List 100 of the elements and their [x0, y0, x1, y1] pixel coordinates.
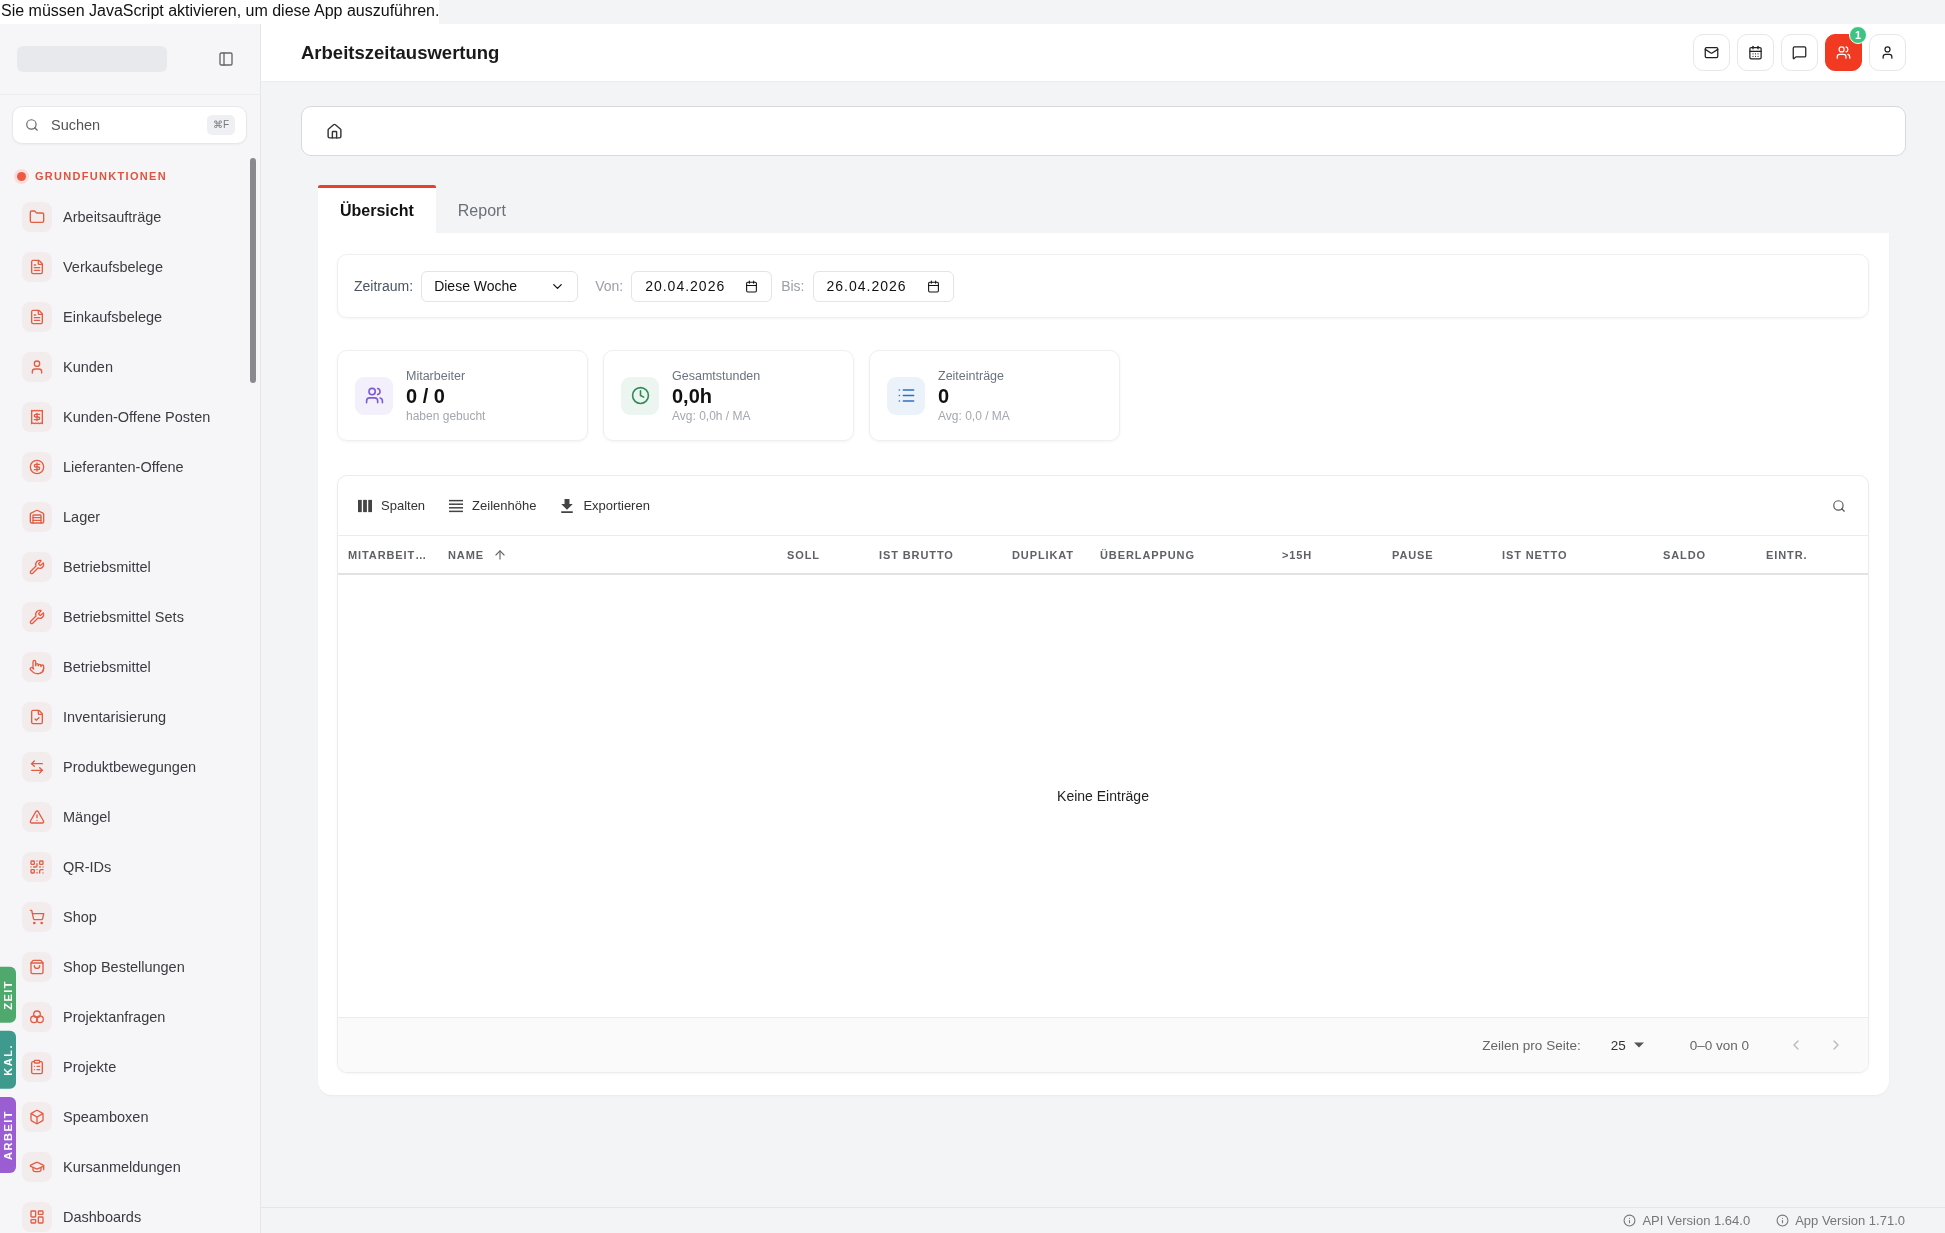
dot-icon — [17, 171, 26, 181]
version-text: API Version 1.64.0 — [1642, 1213, 1751, 1228]
nav-item[interactable]: QR-IDs — [22, 851, 112, 883]
nav-item[interactable]: Kursanmeldungen — [22, 1151, 181, 1183]
column-header[interactable]: IST BRUTTO — [869, 536, 1002, 573]
stat-note: Avg: 0,0 / MA — [938, 407, 1010, 424]
wrench-icon — [22, 552, 52, 582]
calendar-button[interactable] — [1737, 34, 1774, 71]
nav-item[interactable]: Verkaufsbelege — [22, 251, 163, 283]
nav-item[interactable]: Arbeitsaufträge — [22, 201, 162, 233]
period-select[interactable]: Diese Woche — [421, 270, 579, 302]
wrench-icon — [22, 602, 52, 632]
date-field[interactable]: 20.04.2026 — [631, 270, 773, 302]
arrow-up-icon — [493, 547, 507, 562]
columns-button[interactable]: Spalten — [350, 492, 434, 519]
home-icon[interactable] — [326, 122, 343, 140]
mail-button[interactable] — [1693, 34, 1730, 71]
graduation-cap-icon — [22, 1152, 52, 1182]
side-tab[interactable]: ARBEIT — [0, 1096, 16, 1173]
page-title: Arbeitszeitauswertung — [301, 41, 500, 64]
nav-item[interactable]: Kunden — [22, 351, 113, 383]
filter-label: Zeitraum: — [354, 278, 414, 294]
calendar-icon — [926, 279, 940, 293]
warning-icon — [22, 802, 52, 832]
cube-icon — [22, 1102, 52, 1132]
qr-code-icon — [22, 852, 52, 882]
stat-value: 0 — [938, 383, 950, 408]
column-header[interactable]: EINTR. — [1756, 536, 1868, 573]
document-icon — [22, 302, 52, 332]
info-icon — [1623, 1214, 1637, 1227]
cart-icon — [22, 902, 52, 932]
nav-item[interactable]: Betriebsmittel — [22, 551, 151, 583]
nav-item[interactable]: Inventarisierung — [22, 701, 167, 733]
notification-badge: 1 — [1849, 26, 1867, 44]
user-icon — [1880, 45, 1895, 60]
filter-label: Bis: — [781, 278, 805, 294]
profile-button[interactable] — [1869, 34, 1906, 71]
document-icon — [22, 252, 52, 282]
lines-icon — [449, 498, 464, 513]
caret-icon — [1633, 1042, 1644, 1048]
column-header[interactable]: NAME — [438, 536, 777, 573]
chat-button[interactable] — [1781, 34, 1818, 71]
column-header[interactable]: IST NETTO — [1492, 536, 1653, 573]
chat-bubble-icon — [1792, 45, 1807, 60]
nav-item[interactable]: Einkaufsbelege — [22, 301, 163, 333]
column-header[interactable]: SOLL — [777, 536, 869, 573]
warehouse-icon — [22, 502, 52, 532]
stat-value: 0,0h — [672, 383, 713, 408]
dollar-coin-icon — [22, 452, 52, 482]
page-range: 0–0 von 0 — [1689, 1037, 1749, 1053]
nav-item[interactable]: Shop Bestellungen — [22, 951, 185, 983]
column-header[interactable]: SALDO — [1653, 536, 1756, 573]
filter-label: Von: — [595, 278, 624, 294]
tab[interactable]: Report — [435, 185, 528, 233]
stat-label: Zeiteinträge — [938, 367, 1004, 384]
nav-item[interactable]: Produktbewegungen — [22, 751, 197, 783]
nav-item[interactable]: Lieferanten-Offene — [22, 451, 184, 483]
stat-note: haben gebucht — [406, 407, 486, 424]
empty-message: Keine Einträge — [1057, 788, 1149, 804]
nav-item[interactable]: Projektanfragen — [22, 1001, 166, 1033]
nav-item[interactable]: Dashboards — [22, 1201, 142, 1233]
column-header[interactable]: MITARBEIT… — [338, 536, 438, 573]
column-header[interactable]: >15H — [1272, 536, 1382, 573]
calendar-icon — [1748, 45, 1763, 60]
column-header[interactable]: ÜBERLAPPUNG — [1090, 536, 1272, 573]
export-button[interactable]: Exportieren — [552, 492, 658, 519]
download-icon — [560, 498, 575, 513]
info-icon — [1776, 1214, 1790, 1227]
swap-arrows-icon — [22, 752, 52, 782]
column-header[interactable]: DUPLIKAT — [1002, 536, 1090, 573]
search-icon — [25, 118, 39, 132]
nav-item[interactable]: Betriebsmittel Sets — [22, 601, 184, 633]
nav-item[interactable]: Speamboxen — [22, 1101, 149, 1133]
nav-item[interactable]: Lager — [22, 501, 101, 533]
folder-icon — [22, 202, 52, 232]
row-height-button[interactable]: Zeilenhöhe — [441, 492, 545, 519]
stat-note: Avg: 0,0h / MA — [672, 407, 751, 424]
section-title: GRUNDFUNKTIONEN — [35, 170, 167, 182]
stat-label: Mitarbeiter — [406, 367, 466, 384]
nav-item[interactable]: Kunden-Offene Posten — [22, 401, 211, 433]
nav-item[interactable]: Shop — [22, 901, 97, 933]
shortcut-hint: ⌘F — [206, 115, 235, 135]
circles-icon — [22, 1002, 52, 1032]
rows-per-page-label: Zeilen pro Seite: — [1482, 1037, 1581, 1053]
column-header[interactable]: PAUSE — [1382, 536, 1492, 573]
scrollbar-thumb[interactable] — [250, 158, 256, 383]
date-field[interactable]: 26.04.2026 — [812, 270, 954, 302]
nav-item[interactable]: Betriebsmittel — [22, 651, 151, 683]
tab[interactable]: Übersicht — [318, 185, 436, 233]
search-icon — [1832, 498, 1846, 513]
nav-item[interactable]: Mängel — [22, 801, 111, 833]
version-text: App Version 1.71.0 — [1795, 1213, 1905, 1228]
users-icon — [1836, 45, 1851, 60]
panel-toggle-icon[interactable] — [218, 51, 234, 67]
bag-icon — [22, 952, 52, 982]
file-check-icon — [22, 702, 52, 732]
nav-item[interactable]: Projekte — [22, 1051, 117, 1083]
javascript-notice: Sie müssen JavaScript aktivieren, um diese App auszuführen. — [0, 0, 440, 24]
envelope-icon — [1704, 45, 1719, 60]
rows-per-page-select[interactable]: 25 — [1610, 1037, 1644, 1053]
